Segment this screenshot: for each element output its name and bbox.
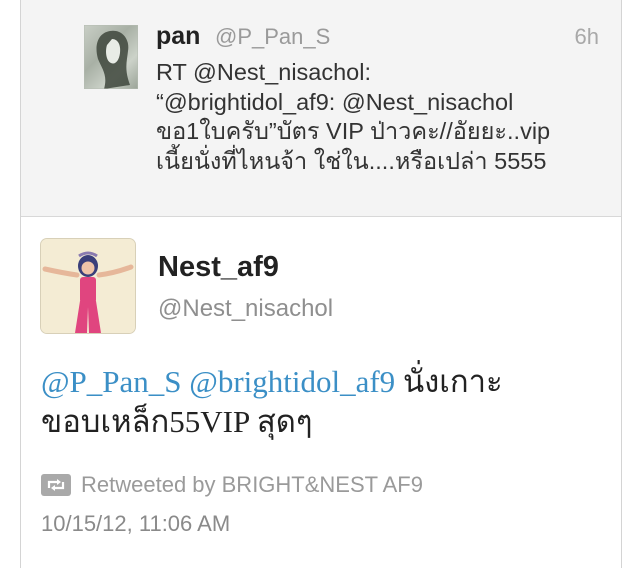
author-handle[interactable]: @Nest_nisachol — [158, 295, 333, 323]
retweet-info[interactable]: Retweeted by BRIGHT&NEST AF9 — [41, 472, 423, 498]
reply-author-name[interactable]: pan — [156, 22, 200, 51]
mention-link[interactable]: @brightidol_af9 — [189, 364, 395, 399]
reply-text-line: ขอ1ใบครับ”บัตร VIP ป่าวคะ//อัยยะ..vip — [156, 118, 551, 144]
retweet-icon — [41, 474, 71, 496]
reply-avatar[interactable] — [84, 25, 138, 89]
tweet-text-line: ขอบเหล็ก55VIP สุดๆ — [41, 404, 313, 439]
reply-text: RT @Nest_nisachol: “@brightidol_af9: @Ne… — [156, 58, 596, 176]
retweeted-by-label[interactable]: Retweeted by BRIGHT&NEST AF9 — [81, 472, 423, 498]
tweet-text-segment: นั่งเกาะ — [395, 364, 503, 399]
reply-text-line: “@brightidol_af9: @Nest_nisachol — [156, 88, 514, 115]
tweet-text: @P_Pan_S @brightidol_af9 นั่งเกาะ ขอบเหล… — [41, 362, 611, 442]
reply-author-handle[interactable]: @P_Pan_S — [215, 24, 330, 50]
author-avatar[interactable] — [41, 239, 135, 333]
author-name[interactable]: Nest_af9 — [158, 251, 279, 284]
mention-link[interactable]: @P_Pan_S — [41, 364, 182, 399]
reply-text-line: เนี้ยนั่งที่ไหนจ้า ใช่ใน....หรือเปล่า 55… — [156, 147, 547, 174]
tweet-timestamp: 10/15/12, 11:06 AM — [41, 511, 231, 536]
reply-timestamp: 6h — [574, 24, 599, 49]
reply-text-line: RT @Nest_nisachol: — [156, 59, 371, 85]
tweet-detail-frame: pan @P_Pan_S 6h RT @Nest_nisachol: “@bri… — [20, 0, 622, 568]
reply-tweet[interactable]: pan @P_Pan_S 6h RT @Nest_nisachol: “@bri… — [21, 0, 621, 217]
main-tweet: Nest_af9 @Nest_nisachol @P_Pan_S @bright… — [21, 217, 621, 568]
